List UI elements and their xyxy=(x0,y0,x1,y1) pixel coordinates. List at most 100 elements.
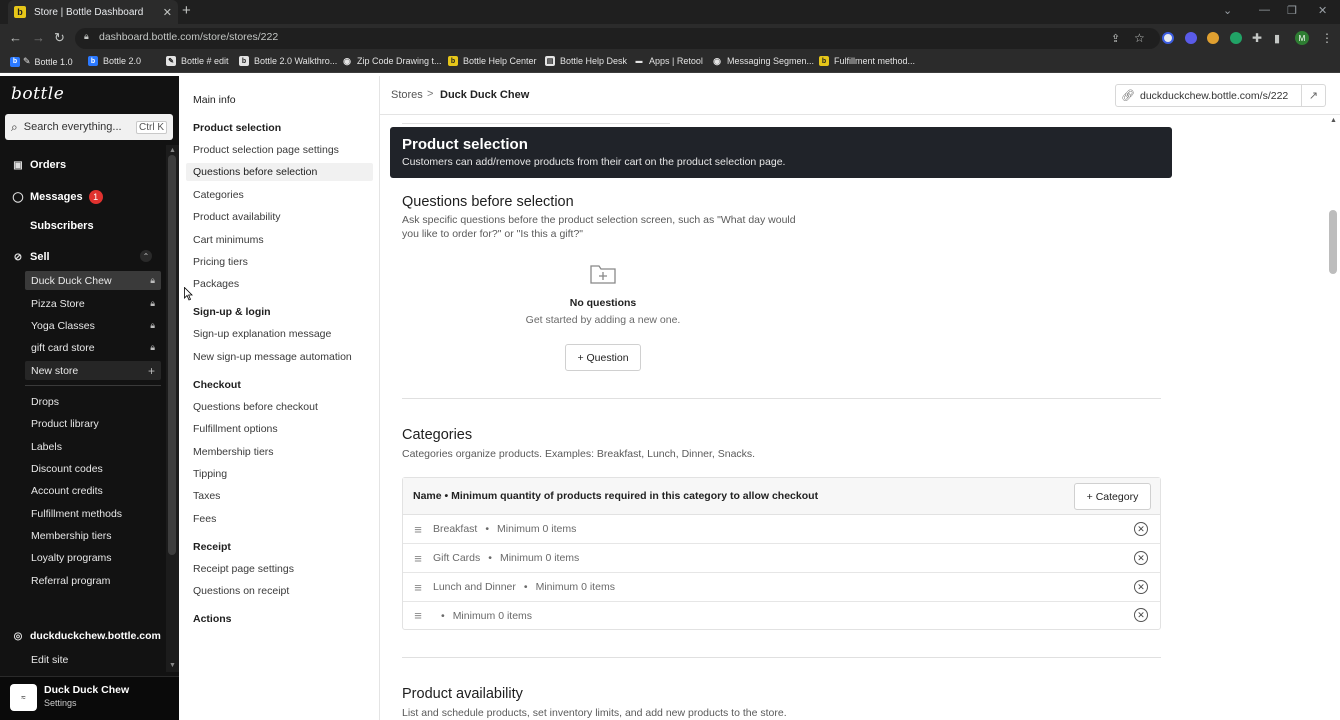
nav-fulfillment-methods[interactable]: Fulfillment methods xyxy=(31,508,122,520)
main-scrollbar-thumb[interactable] xyxy=(1329,210,1337,274)
store-url-text[interactable]: duckduckchew.bottle.com/s/222 xyxy=(1140,90,1301,102)
settings-nav-item[interactable]: Fulfillment options xyxy=(193,423,278,435)
bookmark-item[interactable]: ▤ Bottle Help Desk xyxy=(545,56,627,66)
nav-product-library[interactable]: Product library xyxy=(31,418,99,430)
nav-discount-codes[interactable]: Discount codes xyxy=(31,463,103,475)
scroll-down-icon[interactable]: ▼ xyxy=(169,662,176,669)
drag-handle-icon[interactable]: ≡ xyxy=(403,551,433,566)
store-item-duck-duck-chew[interactable]: Duck Duck Chew 🔒︎ xyxy=(25,271,161,290)
settings-nav-main-info[interactable]: Main info xyxy=(193,94,236,106)
bookmark-item[interactable]: ▬ Apps | Retool xyxy=(634,56,703,66)
nav-edit-site[interactable]: Edit site xyxy=(31,654,68,666)
bottle-logo[interactable]: bottle xyxy=(11,84,64,104)
nav-orders[interactable]: ▣ Orders xyxy=(12,159,66,171)
close-window-icon[interactable]: ✕ xyxy=(1318,4,1327,17)
store-item-pizza-store[interactable]: Pizza Store 🔒︎ xyxy=(25,294,161,313)
menu-dots-icon[interactable]: ⋮ xyxy=(1321,30,1333,46)
remove-category-icon[interactable]: ✕ xyxy=(1134,608,1148,622)
share-icon[interactable]: ⇪ xyxy=(1111,31,1120,47)
settings-nav-item[interactable]: Categories xyxy=(193,189,244,201)
table-row[interactable]: ≡ Gift Cards • Minimum 0 items ✕ xyxy=(403,544,1160,573)
settings-nav-item[interactable]: Sign-up explanation message xyxy=(193,328,331,340)
bookmark-star-icon[interactable]: ☆ xyxy=(1134,30,1145,46)
bookmark-item[interactable]: b ✎ Bottle 1.0 xyxy=(10,56,73,67)
scroll-up-icon[interactable]: ▲ xyxy=(1330,117,1337,124)
nav-drops[interactable]: Drops xyxy=(31,396,59,408)
settings-nav-item[interactable]: Fees xyxy=(193,513,216,525)
drag-handle-icon[interactable]: ≡ xyxy=(403,608,433,623)
search-input[interactable]: ⌕ Search everything... Ctrl K xyxy=(5,114,173,140)
store-url-field[interactable]: 🔗︎ duckduckchew.bottle.com/s/222 ↗ xyxy=(1115,84,1326,107)
settings-nav-item-active[interactable]: Questions before selection xyxy=(186,163,373,181)
add-question-button[interactable]: + Question xyxy=(565,344,641,371)
nav-domain[interactable]: ◎ duckduckchew.bottle.com xyxy=(12,630,161,642)
bookmark-item[interactable]: b Bottle 2.0 xyxy=(88,56,141,66)
drag-handle-icon[interactable]: ≡ xyxy=(403,580,433,595)
main-scrollbar[interactable] xyxy=(1327,115,1340,720)
nav-subscribers[interactable]: Subscribers xyxy=(30,220,94,232)
grammarly-icon[interactable] xyxy=(1230,32,1242,44)
reload-icon[interactable]: ↻ xyxy=(54,30,65,46)
settings-nav-item[interactable]: Tipping xyxy=(193,468,227,480)
back-icon[interactable]: ← xyxy=(9,30,22,46)
minimize-icon[interactable]: — xyxy=(1259,4,1270,16)
table-row[interactable]: ≡ Lunch and Dinner • Minimum 0 items ✕ xyxy=(403,573,1160,602)
store-item-gift-card-store[interactable]: gift card store 🔒︎ xyxy=(25,338,161,357)
store-item-yoga-classes[interactable]: Yoga Classes 🔒︎ xyxy=(25,316,161,335)
settings-nav-signup[interactable]: Sign-up & login xyxy=(193,306,271,318)
settings-nav-item[interactable]: Pricing tiers xyxy=(193,256,248,268)
chevron-down-icon[interactable]: ⌄ xyxy=(1223,4,1232,17)
nav-referral-program[interactable]: Referral program xyxy=(31,575,110,587)
breadcrumb-stores[interactable]: Stores xyxy=(391,89,423,101)
url-text[interactable]: dashboard.bottle.com/store/stores/222 xyxy=(99,31,278,43)
external-link-icon[interactable]: ↗ xyxy=(1301,85,1325,106)
remove-category-icon[interactable]: ✕ xyxy=(1134,580,1148,594)
extension-icon[interactable] xyxy=(1185,32,1197,44)
settings-nav-item[interactable]: Taxes xyxy=(193,490,220,502)
bookmark-item[interactable]: b Bottle 2.0 Walkthro... xyxy=(239,56,337,66)
nav-loyalty-programs[interactable]: Loyalty programs xyxy=(31,552,112,564)
settings-nav-actions[interactable]: Actions xyxy=(193,613,232,625)
close-tab-icon[interactable]: ✕ xyxy=(163,6,172,19)
remove-category-icon[interactable]: ✕ xyxy=(1134,522,1148,536)
bookmark-item[interactable]: b Fulfillment method... xyxy=(819,56,915,66)
restore-icon[interactable]: ❐ xyxy=(1287,4,1297,17)
new-tab-button[interactable]: + xyxy=(182,3,191,19)
settings-nav-checkout[interactable]: Checkout xyxy=(193,379,241,391)
sidebar-scrollbar-thumb[interactable] xyxy=(168,155,176,555)
bookmark-item[interactable]: ◉ Messaging Segmen... xyxy=(712,56,814,67)
forward-icon[interactable]: → xyxy=(32,30,45,46)
scroll-up-icon[interactable]: ▲ xyxy=(169,147,176,154)
settings-nav-item[interactable]: Questions on receipt xyxy=(193,585,289,597)
lock-icon[interactable]: 🔒︎ xyxy=(84,31,89,42)
bookmark-item[interactable]: ◉ Zip Code Drawing t... xyxy=(342,56,441,67)
bookmark-item[interactable]: b Bottle Help Center xyxy=(448,56,537,66)
drag-handle-icon[interactable]: ≡ xyxy=(403,522,433,537)
settings-nav-item[interactable]: Cart minimums xyxy=(193,234,264,246)
settings-nav-product-selection[interactable]: Product selection xyxy=(193,122,281,134)
table-row[interactable]: ≡ • Minimum 0 items ✕ xyxy=(403,601,1160,630)
sidepanel-icon[interactable]: ▮ xyxy=(1274,31,1280,47)
nav-account-credits[interactable]: Account credits xyxy=(31,485,103,497)
collapse-chevron-icon[interactable]: ⌃ xyxy=(140,250,152,262)
add-category-button[interactable]: + Category xyxy=(1074,483,1151,510)
new-store-button[interactable]: New store + xyxy=(25,361,161,380)
remove-category-icon[interactable]: ✕ xyxy=(1134,551,1148,565)
settings-nav-item[interactable]: Product availability xyxy=(193,211,281,223)
profile-avatar[interactable]: M xyxy=(1295,31,1309,45)
nav-sell[interactable]: ⊘ Sell xyxy=(12,251,50,263)
browser-tab[interactable]: b Store | Bottle Dashboard ✕ xyxy=(8,0,178,24)
settings-nav-item[interactable]: Receipt page settings xyxy=(193,563,294,575)
settings-nav-item[interactable]: Packages xyxy=(193,278,239,290)
nav-labels[interactable]: Labels xyxy=(31,441,62,453)
bookmark-item[interactable]: ✎ Bottle # edit xyxy=(166,56,229,66)
table-row[interactable]: ≡ Breakfast • Minimum 0 items ✕ xyxy=(403,515,1160,544)
puzzle-icon[interactable]: ✚ xyxy=(1252,30,1262,46)
settings-nav-item[interactable]: Product selection page settings xyxy=(193,144,339,156)
nav-membership-tiers[interactable]: Membership tiers xyxy=(31,530,112,542)
settings-nav-item[interactable]: Membership tiers xyxy=(193,446,274,458)
extension-icon[interactable] xyxy=(1207,32,1219,44)
nav-messages[interactable]: ◯ Messages 1 xyxy=(12,190,103,204)
settings-nav-item[interactable]: Questions before checkout xyxy=(193,401,318,413)
settings-nav-item[interactable]: New sign-up message automation xyxy=(193,351,352,363)
